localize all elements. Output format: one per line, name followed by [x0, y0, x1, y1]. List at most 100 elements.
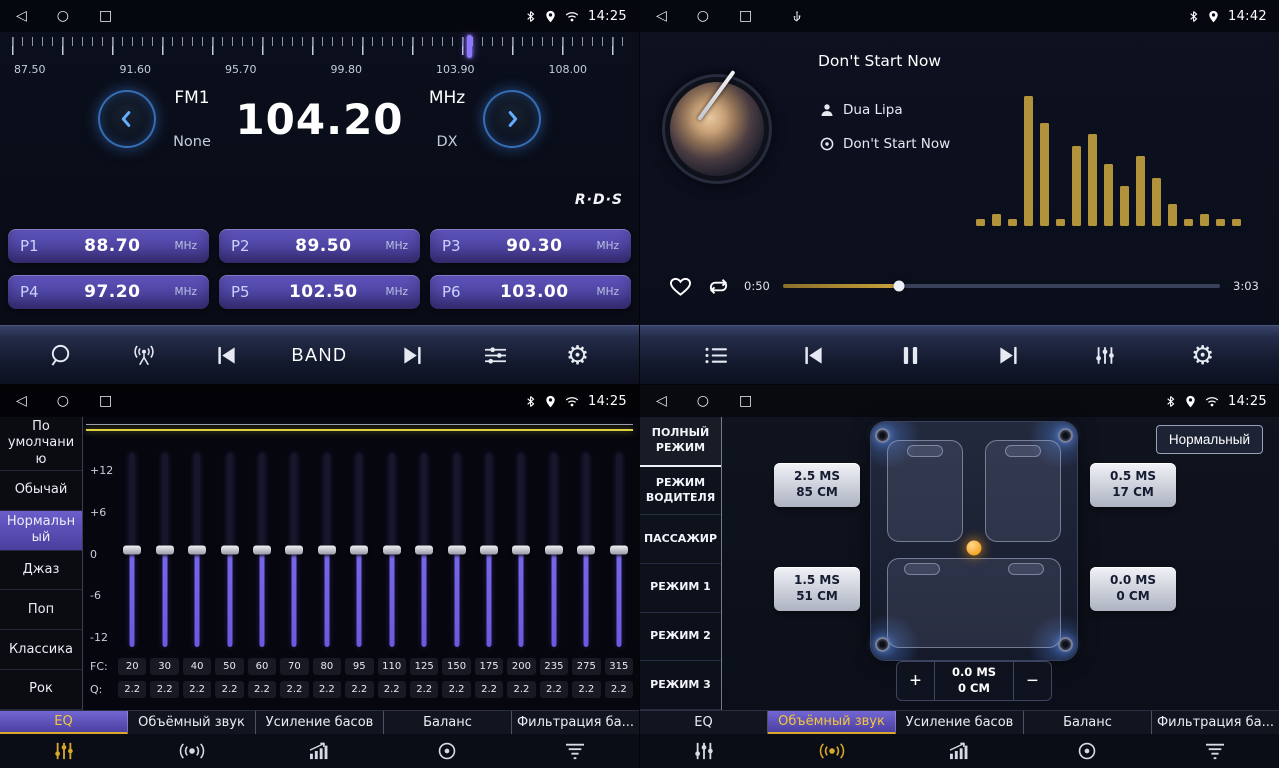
radio-preset-button[interactable]: P188.70MHz	[8, 229, 209, 263]
surround-speaker-icon[interactable]	[768, 734, 896, 768]
eq-band-slider[interactable]	[378, 447, 406, 653]
delay-increase-button[interactable]: +	[897, 662, 935, 700]
eq-slider-handle[interactable]	[383, 546, 401, 555]
eq-slider-handle[interactable]	[285, 546, 303, 555]
eq-slider-handle[interactable]	[610, 546, 628, 555]
next-station-button[interactable]	[392, 341, 434, 370]
eq-slider-handle[interactable]	[318, 546, 336, 555]
eq-preset-item[interactable]: Рок	[0, 670, 82, 710]
recents-button[interactable]: □	[99, 394, 112, 408]
broadcast-button[interactable]	[123, 340, 165, 371]
playlist-button[interactable]	[695, 342, 737, 369]
eq-preset-item[interactable]: Обычай	[0, 471, 82, 511]
eq-band-slider[interactable]	[475, 447, 503, 653]
settings-button[interactable]: ⚙	[1182, 338, 1224, 372]
eq-band-slider[interactable]	[280, 447, 308, 653]
eq-slider-handle[interactable]	[512, 546, 530, 555]
eq-slider-handle[interactable]	[350, 546, 368, 555]
eq-band-slider[interactable]	[540, 447, 568, 653]
eq-slider-handle[interactable]	[415, 546, 433, 555]
eq-slider-handle[interactable]	[577, 546, 595, 555]
surround-mode-item[interactable]: РЕЖИМ 2	[640, 613, 721, 662]
back-button[interactable]: ◁	[656, 394, 667, 408]
tune-up-button[interactable]	[483, 90, 541, 148]
eq-preset-item[interactable]: Классика	[0, 630, 82, 670]
eq-band-slider[interactable]	[118, 447, 146, 653]
surround-mode-item[interactable]: ПАССАЖИР	[640, 515, 721, 564]
eq-slider-handle[interactable]	[221, 546, 239, 555]
eq-faders-icon[interactable]	[0, 734, 128, 768]
eq-band-slider[interactable]	[150, 447, 178, 653]
audio-tab[interactable]: Усиление басов	[896, 711, 1024, 734]
repeat-button[interactable]	[706, 277, 731, 296]
eq-faders-icon[interactable]	[640, 734, 768, 768]
equalizer-button[interactable]	[474, 341, 516, 370]
pause-button[interactable]	[890, 341, 932, 370]
seek-bar[interactable]	[783, 284, 1220, 288]
eq-slider-handle[interactable]	[253, 546, 271, 555]
balance-icon[interactable]	[383, 734, 511, 768]
eq-band-slider[interactable]	[248, 447, 276, 653]
seek-bar-knob[interactable]	[893, 281, 904, 292]
eq-band-slider[interactable]	[313, 447, 341, 653]
surround-speaker-icon[interactable]	[128, 734, 256, 768]
previous-station-button[interactable]	[205, 341, 247, 370]
radio-preset-button[interactable]: P5102.50MHz	[219, 275, 420, 309]
surround-mode-item[interactable]: РЕЖИМ ВОДИТЕЛЯ	[640, 467, 721, 516]
recents-button[interactable]: □	[739, 9, 752, 23]
balance-icon[interactable]	[1023, 734, 1151, 768]
audio-tab[interactable]: Фильтрация ба...	[1152, 711, 1279, 734]
back-button[interactable]: ◁	[16, 394, 27, 408]
home-button[interactable]: ○	[57, 9, 69, 23]
audio-tab[interactable]: EQ	[0, 711, 128, 734]
eq-preset-item[interactable]: Джаз	[0, 551, 82, 591]
eq-band-slider[interactable]	[183, 447, 211, 653]
eq-slider-handle[interactable]	[480, 546, 498, 555]
surround-mode-item[interactable]: РЕЖИМ 3	[640, 661, 721, 710]
audio-tab[interactable]: Объёмный звук	[768, 711, 896, 734]
settings-button[interactable]: ⚙	[557, 338, 599, 372]
filter-icon[interactable]	[511, 734, 639, 768]
home-button[interactable]: ○	[697, 9, 709, 23]
radio-preset-button[interactable]: P390.30MHz	[430, 229, 631, 263]
radio-preset-button[interactable]: P6103.00MHz	[430, 275, 631, 309]
eq-band-slider[interactable]	[507, 447, 535, 653]
recents-button[interactable]: □	[739, 394, 752, 408]
radio-preset-button[interactable]: P289.50MHz	[219, 229, 420, 263]
back-button[interactable]: ◁	[656, 9, 667, 23]
recents-button[interactable]: □	[99, 9, 112, 23]
audio-tab[interactable]: EQ	[640, 711, 768, 734]
home-button[interactable]: ○	[57, 394, 69, 408]
eq-band-slider[interactable]	[345, 447, 373, 653]
next-track-button[interactable]	[987, 341, 1029, 370]
eq-band-slider[interactable]	[410, 447, 438, 653]
audio-tab[interactable]: Фильтрация ба...	[512, 711, 639, 734]
audio-tab[interactable]: Объёмный звук	[128, 711, 256, 734]
eq-slider-handle[interactable]	[448, 546, 466, 555]
tune-down-button[interactable]	[98, 90, 156, 148]
favorite-button[interactable]	[668, 276, 693, 297]
station-scan-button[interactable]	[40, 339, 82, 372]
eq-band-slider[interactable]	[215, 447, 243, 653]
band-button[interactable]: BAND	[287, 341, 351, 370]
surround-mode-item[interactable]: РЕЖИМ 1	[640, 564, 721, 613]
eq-slider-handle[interactable]	[123, 546, 141, 555]
audio-tab[interactable]: Баланс	[1024, 711, 1152, 734]
eq-band-slider[interactable]	[572, 447, 600, 653]
sound-profile-button[interactable]: Нормальный	[1156, 425, 1263, 454]
eq-slider-handle[interactable]	[156, 546, 174, 555]
delay-decrease-button[interactable]: −	[1013, 662, 1051, 700]
home-button[interactable]: ○	[697, 394, 709, 408]
previous-track-button[interactable]	[793, 341, 835, 370]
eq-slider-handle[interactable]	[188, 546, 206, 555]
eq-preset-item[interactable]: Поп	[0, 590, 82, 630]
surround-mode-item[interactable]: ПОЛНЫЙ РЕЖИМ	[640, 417, 721, 467]
audio-tab[interactable]: Усиление басов	[256, 711, 384, 734]
eq-band-slider[interactable]	[442, 447, 470, 653]
frequency-scale[interactable]: 87.5091.6095.7099.80103.90108.00	[0, 32, 639, 84]
eq-slider-handle[interactable]	[545, 546, 563, 555]
radio-preset-button[interactable]: P497.20MHz	[8, 275, 209, 309]
mixer-button[interactable]	[1084, 341, 1126, 370]
filter-icon[interactable]	[1151, 734, 1279, 768]
listening-position-marker[interactable]	[967, 541, 982, 556]
